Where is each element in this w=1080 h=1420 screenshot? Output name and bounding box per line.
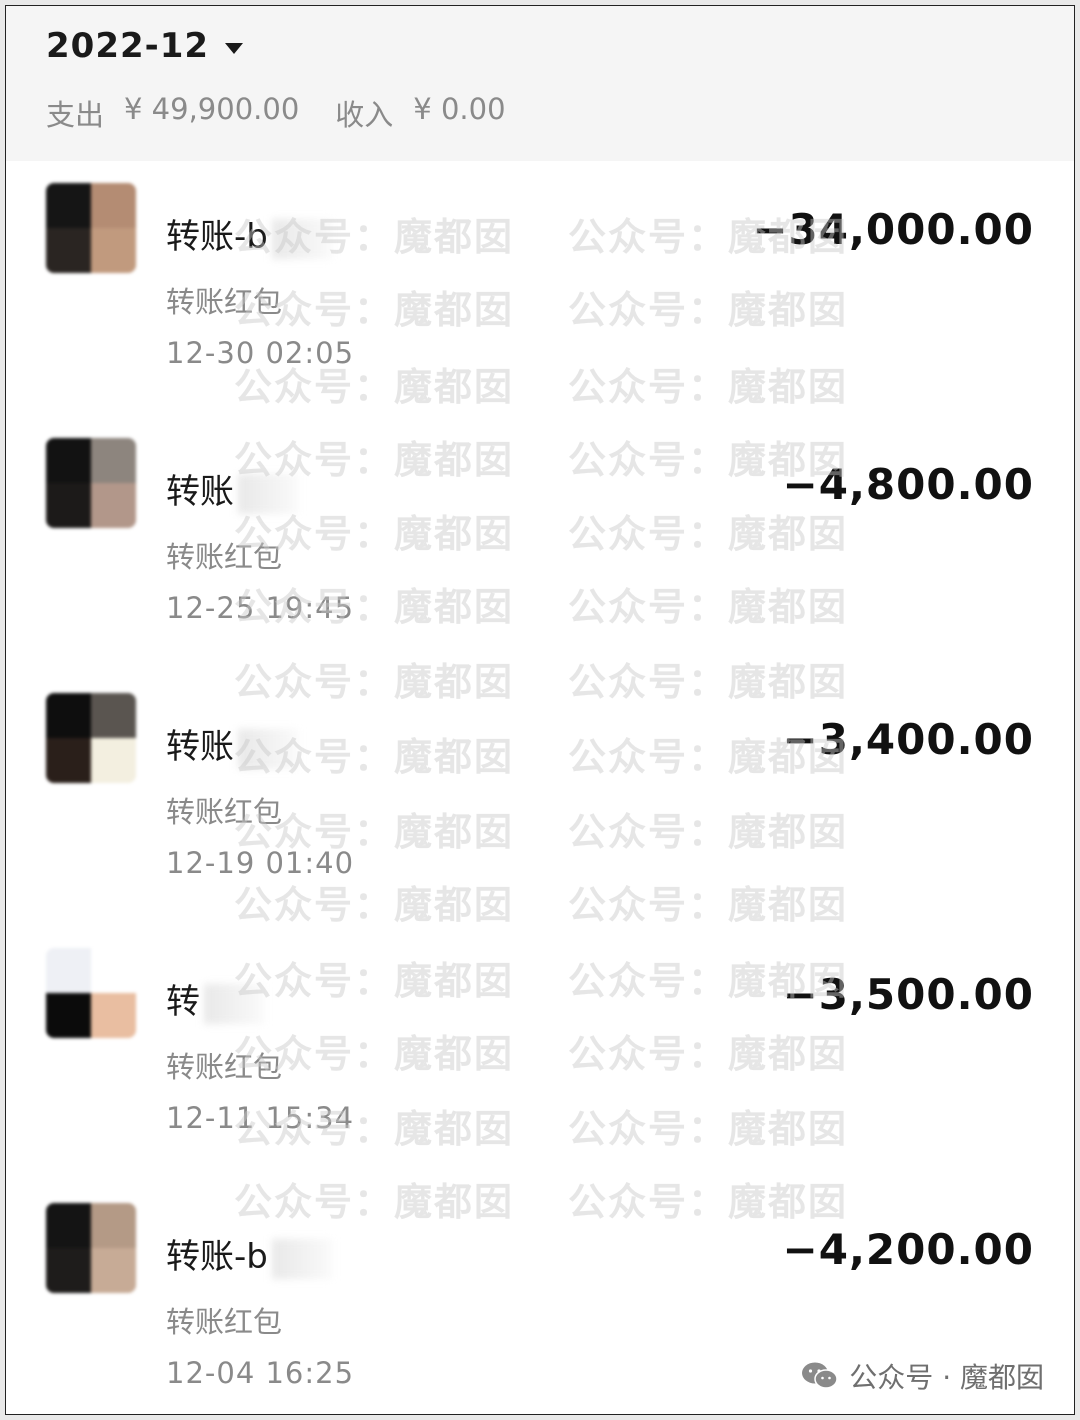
- transaction-time: 12-25 19:45: [166, 591, 355, 625]
- transaction-name: 转账-b: [166, 1229, 332, 1279]
- transaction-type: 转账红包: [166, 1305, 283, 1339]
- summary-header: 2022-12 支出 ¥ 49,900.00 收入 ¥ 0.00: [6, 6, 1074, 161]
- expense-value: ¥ 49,900.00: [124, 92, 300, 126]
- transaction-amount: −3,500.00: [782, 970, 1034, 1019]
- avatar: [46, 1203, 136, 1293]
- transaction-amount: −34,000.00: [752, 205, 1034, 254]
- footer-watermark: 公众号 · 魔都囡: [801, 1356, 1044, 1396]
- transaction-type: 转账红包: [166, 540, 283, 574]
- expense-label: 支出: [46, 98, 105, 132]
- footer-text: 公众号 · 魔都囡: [849, 1361, 1044, 1394]
- transaction-time: 12-30 02:05: [166, 336, 355, 370]
- transaction-name: 转账: [166, 719, 298, 769]
- transaction-row[interactable]: 转账 转账红包 12-19 01:40 −3,400.00: [6, 671, 1074, 926]
- transaction-row[interactable]: 转账-b 转账红包 12-30 02:05 −34,000.00: [6, 161, 1074, 416]
- transaction-time: 12-19 01:40: [166, 846, 355, 880]
- transaction-type: 转账红包: [166, 1050, 283, 1084]
- transaction-row[interactable]: 转账 转账红包 12-25 19:45 −4,800.00: [6, 416, 1074, 671]
- transaction-type: 转账红包: [166, 285, 283, 319]
- redacted-block: [271, 218, 332, 259]
- avatar: [46, 183, 136, 273]
- transaction-row[interactable]: 转 转账红包 12-11 15:34 −3,500.00: [6, 926, 1074, 1181]
- transaction-time: 12-11 15:34: [166, 1101, 355, 1135]
- redacted-block: [238, 473, 298, 514]
- transaction-amount: −3,400.00: [782, 715, 1034, 764]
- screenshot-frame: 2022-12 支出 ¥ 49,900.00 收入 ¥ 0.00 转账-b 转账…: [5, 5, 1075, 1415]
- redacted-block: [204, 983, 264, 1024]
- transaction-time: 12-04 16:25: [166, 1356, 355, 1390]
- month-selector[interactable]: 2022-12: [46, 24, 244, 68]
- avatar: [46, 438, 136, 528]
- redacted-block: [271, 1238, 332, 1279]
- transaction-amount: −4,800.00: [782, 460, 1034, 509]
- avatar: [46, 693, 136, 783]
- month-label: 2022-12: [46, 26, 210, 66]
- caret-down-icon: [225, 42, 244, 54]
- month-summary: 支出 ¥ 49,900.00 收入 ¥ 0.00: [46, 92, 506, 134]
- income-label: 收入: [335, 98, 394, 132]
- transaction-name: 转账-b: [166, 209, 332, 259]
- avatar: [46, 948, 136, 1038]
- transaction-name: 转账: [166, 464, 298, 514]
- redacted-block: [238, 728, 298, 769]
- income-value: ¥ 0.00: [413, 92, 506, 126]
- transaction-amount: −4,200.00: [782, 1225, 1034, 1274]
- transaction-name: 转: [166, 974, 264, 1024]
- transaction-type: 转账红包: [166, 795, 283, 829]
- wechat-icon: [802, 1362, 839, 1389]
